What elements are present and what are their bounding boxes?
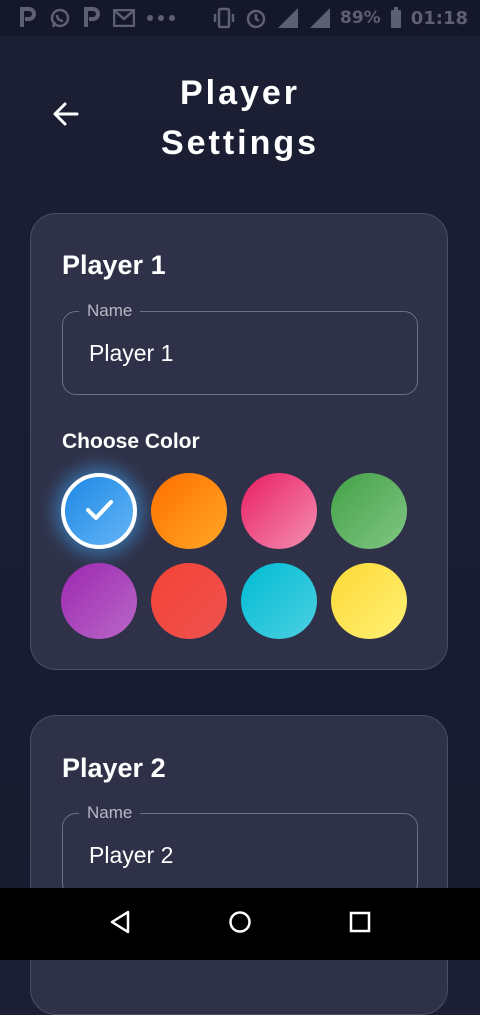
arrow-back-icon bbox=[51, 99, 81, 134]
color-swatch-blue[interactable] bbox=[61, 473, 137, 549]
p-icon bbox=[80, 6, 104, 30]
signal-4g-icon bbox=[276, 6, 300, 30]
player-1-title: Player 1 bbox=[62, 250, 166, 280]
nav-home-button[interactable] bbox=[220, 904, 260, 944]
player-2-name-field[interactable]: Name bbox=[62, 802, 418, 897]
system-nav-bar bbox=[0, 888, 480, 960]
clock-time: 01:18 bbox=[410, 7, 468, 29]
check-icon bbox=[81, 491, 117, 532]
player-2-title: Player 2 bbox=[62, 753, 166, 783]
more-dots-icon bbox=[144, 6, 178, 30]
signal-icon bbox=[308, 6, 332, 30]
page-title: Player Settings bbox=[160, 74, 320, 162]
alarm-icon bbox=[244, 6, 268, 30]
color-swatch-purple[interactable] bbox=[61, 563, 137, 639]
player-1-name-input[interactable] bbox=[87, 312, 391, 394]
vibrate-icon bbox=[212, 6, 236, 30]
color-swatch-cyan[interactable] bbox=[241, 563, 317, 639]
p-icon bbox=[16, 6, 40, 30]
whatsapp-icon bbox=[48, 6, 72, 30]
nav-back-triangle-icon bbox=[109, 910, 131, 939]
battery-icon bbox=[389, 6, 403, 30]
nav-back-button[interactable] bbox=[100, 904, 140, 944]
status-bar: 89% 01:18 bbox=[0, 0, 480, 36]
color-swatch-red[interactable] bbox=[151, 563, 227, 639]
color-swatch-yellow[interactable] bbox=[331, 563, 407, 639]
player-2-name-input[interactable] bbox=[87, 814, 391, 896]
nav-home-circle-icon bbox=[228, 910, 252, 939]
color-swatch-green[interactable] bbox=[331, 473, 407, 549]
nav-recents-button[interactable] bbox=[340, 904, 380, 944]
player-1-name-field[interactable]: Name bbox=[62, 300, 418, 395]
player-2-card: Player 2 Name bbox=[30, 715, 448, 1015]
color-swatch-orange[interactable] bbox=[151, 473, 227, 549]
choose-color-label: Choose Color bbox=[62, 430, 200, 453]
gmail-icon bbox=[112, 6, 136, 30]
back-button[interactable] bbox=[48, 98, 84, 134]
color-swatch-pink[interactable] bbox=[241, 473, 317, 549]
player-1-card: Player 1 Name Choose Color bbox=[30, 213, 448, 670]
nav-recents-square-icon bbox=[349, 911, 371, 938]
battery-percent: 89% bbox=[340, 8, 381, 28]
